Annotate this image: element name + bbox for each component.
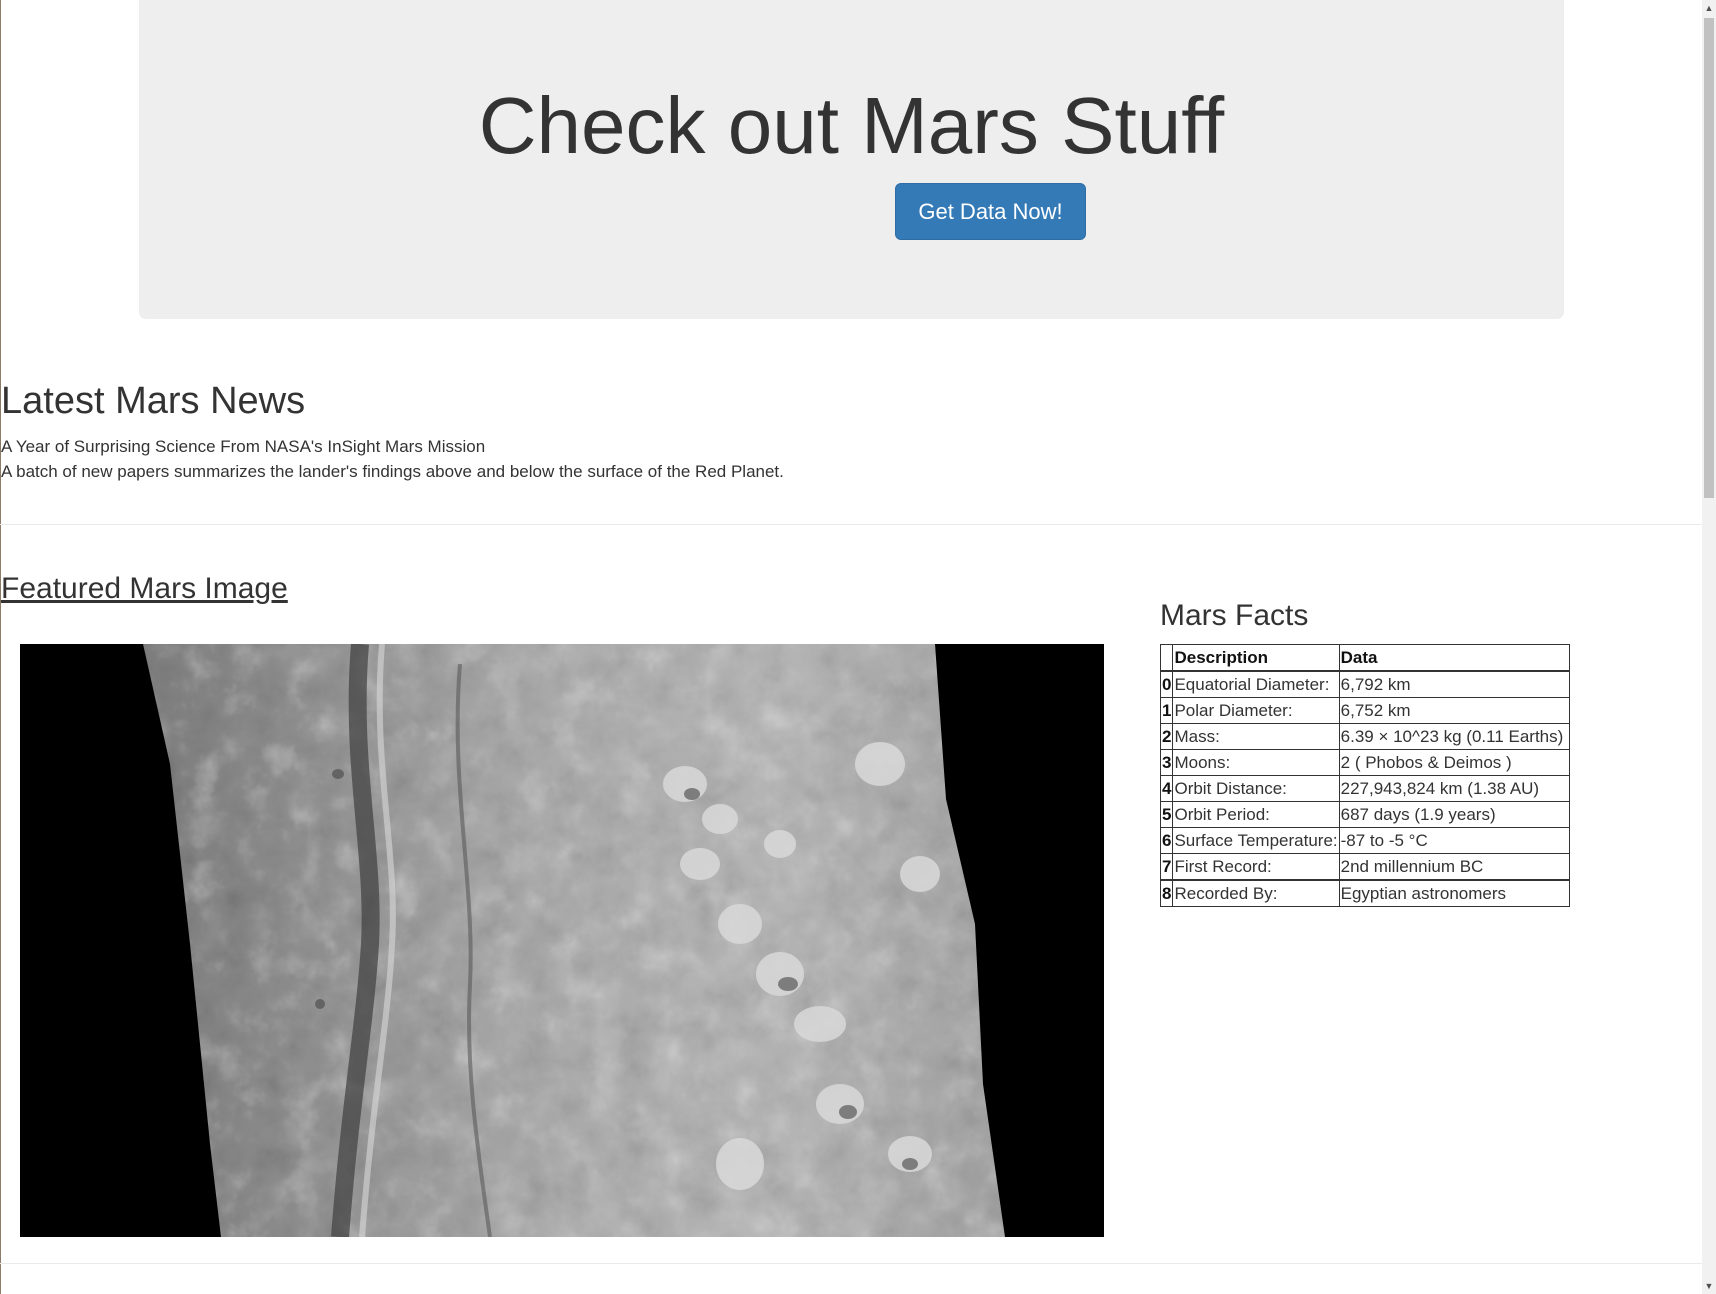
get-data-button[interactable]: Get Data Now! [895,183,1086,240]
row-description: Recorded By: [1172,879,1340,907]
row-description: Orbit Distance: [1172,775,1340,802]
table-row: 2 Mass: 6.39 × 10^23 kg (0.11 Earths) [1159,723,1570,750]
table-row: 7 First Record: 2nd millennium BC [1159,853,1570,881]
row-value: 6.39 × 10^23 kg (0.11 Earths) [1338,723,1570,750]
table-header-data: Data [1338,644,1570,672]
table-row: 1 Polar Diameter: 6,752 km [1159,697,1570,724]
row-value: 227,943,824 km (1.38 AU) [1338,775,1570,802]
bottom-divider [0,1263,1702,1264]
row-description: Moons: [1172,749,1340,776]
row-description: First Record: [1172,853,1340,881]
row-description: Mass: [1172,723,1340,750]
page-title: Check out Mars Stuff [478,81,1225,170]
table-row: 6 Surface Temperature: -87 to -5 °C [1159,827,1570,854]
news-section-title: Latest Mars News [1,380,306,422]
section-divider [0,524,1702,525]
featured-mars-image[interactable] [20,644,1104,1237]
table-row: 8 Recorded By: Egyptian astronomers [1159,879,1570,907]
row-index: 6 [1159,827,1174,854]
featured-image-link[interactable]: Featured Mars Image [1,567,288,611]
table-header-row: Description Data [1159,644,1570,672]
scrollbar-thumb[interactable] [1704,18,1714,498]
row-value: 2 ( Phobos & Deimos ) [1338,749,1570,776]
table-row: 3 Moons: 2 ( Phobos & Deimos ) [1159,749,1570,776]
table-row: 0 Equatorial Diameter: 6,792 km [1159,670,1570,698]
row-index: 1 [1159,697,1174,724]
table-row: 5 Orbit Period: 687 days (1.9 years) [1159,801,1570,828]
row-description: Orbit Period: [1172,801,1340,828]
row-value: 6,792 km [1338,670,1570,698]
row-description: Polar Diameter: [1172,697,1340,724]
row-value: -87 to -5 °C [1338,827,1570,854]
scroll-down-icon[interactable]: ▼ [1702,1278,1716,1294]
table-row: 4 Orbit Distance: 227,943,824 km (1.38 A… [1159,775,1570,802]
mars-facts-title: Mars Facts [1160,599,1309,632]
row-index: 4 [1159,775,1174,802]
table-header-index [1159,644,1174,672]
window-left-edge [0,0,1,1294]
row-index: 8 [1159,879,1174,907]
row-index: 0 [1159,670,1174,698]
scroll-up-icon[interactable]: ▲ [1702,0,1716,16]
vertical-scrollbar[interactable]: ▲ ▼ [1702,0,1716,1294]
row-index: 3 [1159,749,1174,776]
row-description: Surface Temperature: [1172,827,1340,854]
row-index: 2 [1159,723,1174,750]
mars-facts-table: Description Data 0 Equatorial Diameter: … [1159,644,1570,907]
row-index: 7 [1159,853,1174,881]
mars-terrain-image [20,644,1104,1237]
row-value: 687 days (1.9 years) [1338,801,1570,828]
row-value: 2nd millennium BC [1338,853,1570,881]
row-value: Egyptian astronomers [1338,879,1570,907]
jumbotron: Check out Mars Stuff Get Data Now! [139,0,1564,319]
row-index: 5 [1159,801,1174,828]
row-description: Equatorial Diameter: [1172,670,1340,698]
row-value: 6,752 km [1338,697,1570,724]
table-header-description: Description [1172,644,1340,672]
news-headline: A Year of Surprising Science From NASA's… [1,437,486,456]
news-teaser: A batch of new papers summarizes the lan… [1,462,784,481]
